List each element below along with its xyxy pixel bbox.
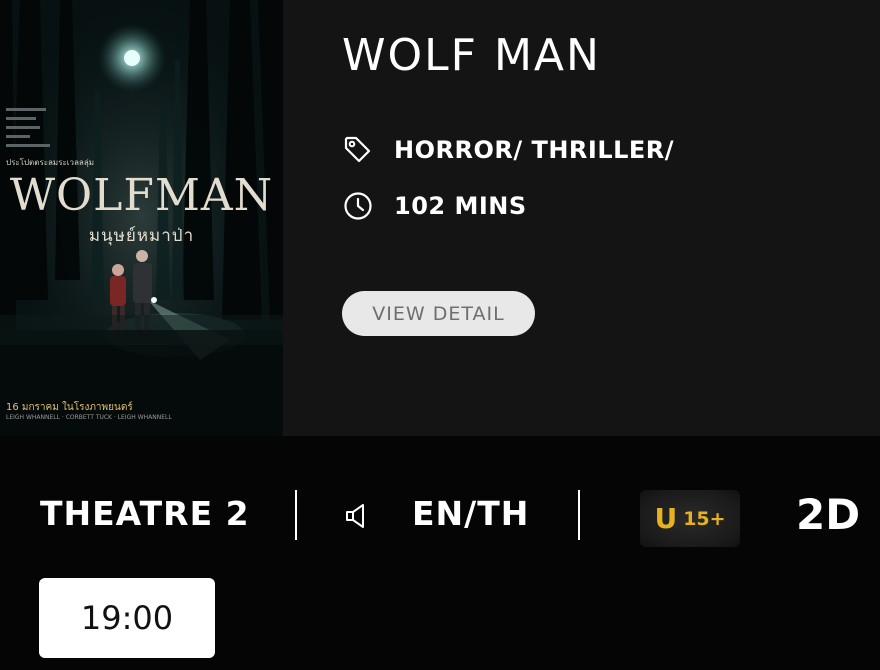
movie-duration-row: 102 MINS [342,190,527,222]
poster-release-date: 16 มกราคม ในโรงภาพยนตร์ [6,402,133,413]
poster-credits: LEIGH WHANNELL · CORBETT TUCK · LEIGH WH… [6,414,172,421]
view-detail-button[interactable]: VIEW DETAIL [342,291,535,336]
clock-icon [342,190,374,222]
poster-credit-block [6,108,66,153]
age-rating-badge: U 15+ [640,490,740,547]
divider [578,490,580,540]
poster-subtitle: มนุษย์หมาป่า [88,226,195,246]
movie-duration: 102 MINS [394,192,527,220]
movie-title: WOLF MAN [342,30,601,81]
movie-genre-row: HORROR/ THRILLER/ [342,134,674,166]
showtime-button[interactable]: 19:00 [39,578,215,658]
tag-icon [342,134,374,166]
movie-showtime-page: ประโปตตระลมระเวลลลุ่ม WOLFMAN มนุษย์หมาป… [0,0,880,670]
showing-info-bar: THEATRE 2 EN/TH U 15+ 2D [0,480,880,550]
movie-poster[interactable]: ประโปตตระลมระเวลลลุ่ม WOLFMAN มนุษย์หมาป… [0,0,283,436]
screen-format: 2D [796,490,861,539]
theatre-label: THEATRE 2 [40,494,250,533]
divider [295,490,297,540]
poster-title: WOLFMAN [9,170,274,221]
poster-tagline: ประโปตตระลมระเวลลลุ่ม [6,158,95,167]
movie-genre: HORROR/ THRILLER/ [394,136,675,164]
speaker-icon [344,502,372,530]
rating-letter: U [654,502,678,535]
movie-card: ประโปตตระลมระเวลลลุ่ม WOLFMAN มนุษย์หมาป… [0,0,880,436]
rating-age: 15+ [683,507,726,530]
audio-language: EN/TH [412,494,530,533]
